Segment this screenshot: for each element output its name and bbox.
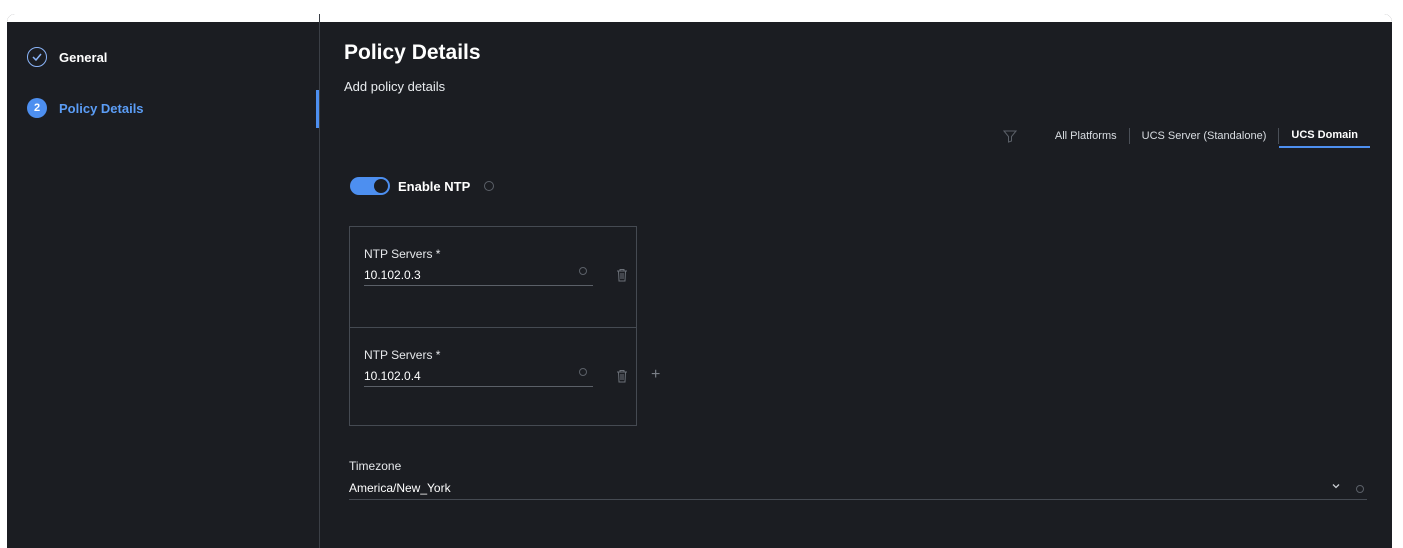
info-icon[interactable] (579, 267, 587, 275)
tab-ucs-domain[interactable]: UCS Domain (1279, 124, 1370, 148)
step-general-label: General (59, 49, 108, 65)
input-underline (364, 285, 593, 286)
info-icon[interactable] (579, 368, 587, 376)
input-underline (349, 499, 1367, 500)
toggle-knob (374, 179, 388, 193)
info-icon[interactable] (1356, 485, 1364, 493)
step-number-badge: 2 (27, 98, 47, 118)
chevron-down-icon[interactable] (1332, 482, 1340, 490)
enable-ntp-row: Enable NTP (350, 177, 495, 195)
step-policy-details[interactable]: 2 Policy Details (27, 98, 144, 118)
ntp-server-label: NTP Servers * (364, 348, 441, 362)
info-icon[interactable] (484, 181, 495, 191)
step-general[interactable]: General (27, 47, 107, 67)
ntp-server-input[interactable]: 10.102.0.3 (364, 268, 421, 282)
policy-details-panel: Policy Details Add policy details All Pl… (320, 14, 1392, 548)
ntp-server-row: NTP Servers * 10.102.0.3 (350, 227, 636, 327)
ntp-server-label: NTP Servers * (364, 247, 441, 261)
filter-icon[interactable] (1002, 129, 1017, 143)
enable-ntp-label: Enable NTP (398, 178, 471, 194)
step-policy-details-label: Policy Details (59, 100, 144, 116)
ntp-servers-group: NTP Servers * 10.102.0.3 NTP Servers * 1… (349, 226, 637, 426)
active-step-indicator (316, 90, 319, 128)
ntp-server-input[interactable]: 10.102.0.4 (364, 369, 421, 383)
input-underline (364, 386, 593, 387)
platform-filter: All Platforms UCS Server (Standalone) UC… (1002, 124, 1370, 148)
enable-ntp-toggle[interactable] (350, 177, 390, 195)
page-title: Policy Details (344, 41, 481, 64)
plus-icon[interactable]: + (651, 366, 660, 384)
wizard-steps: General 2 Policy Details (7, 14, 319, 548)
timezone-label: Timezone (349, 459, 402, 473)
ntp-server-row: NTP Servers * 10.102.0.4 (350, 327, 636, 428)
page-subtitle: Add policy details (344, 79, 446, 94)
check-circle-icon (27, 47, 47, 67)
policy-wizard: General 2 Policy Details Policy Details … (7, 14, 1392, 548)
tab-ucs-server-standalone[interactable]: UCS Server (Standalone) (1130, 125, 1279, 147)
tab-all-platforms[interactable]: All Platforms (1043, 125, 1129, 147)
trash-icon[interactable] (616, 369, 628, 383)
trash-icon[interactable] (616, 268, 628, 282)
timezone-select[interactable]: America/New_York (349, 481, 451, 495)
